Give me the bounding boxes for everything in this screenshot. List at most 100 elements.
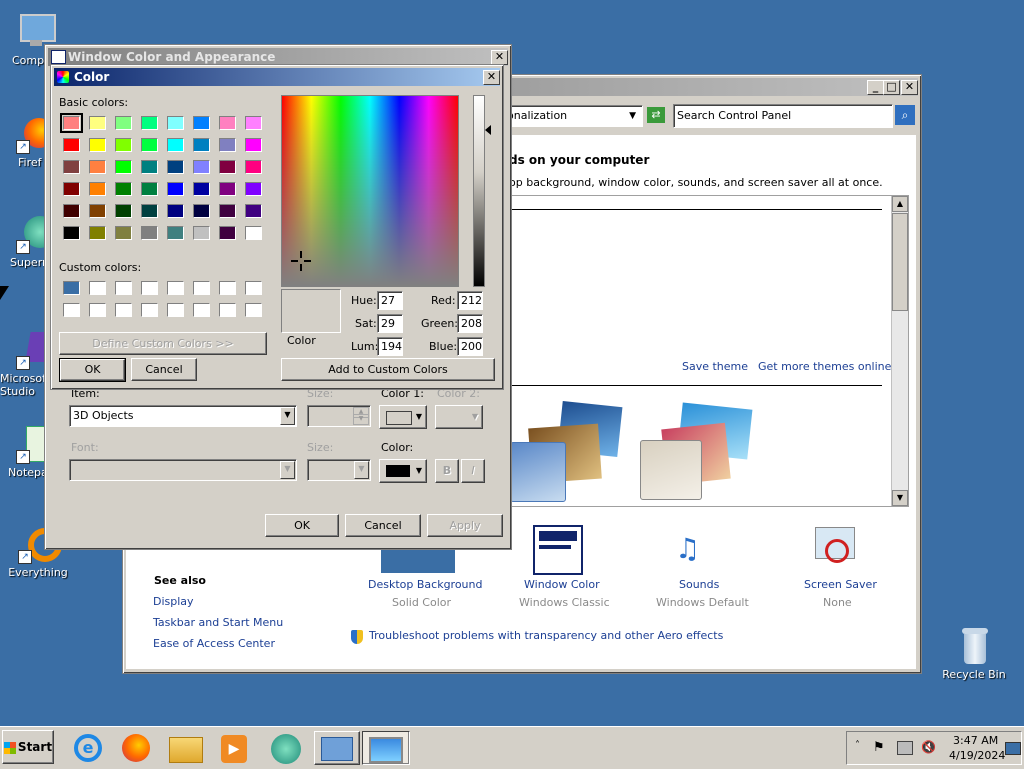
window-color-icon[interactable] xyxy=(533,525,583,575)
basic-color-swatch-15[interactable] xyxy=(219,138,236,152)
volume-muted-icon[interactable]: 🔇 xyxy=(921,740,936,754)
basic-color-swatch-13[interactable] xyxy=(167,138,184,152)
get-more-themes-link[interactable]: Get more themes online xyxy=(758,360,891,373)
basic-color-swatch-29[interactable] xyxy=(167,182,184,196)
font-select[interactable]: ▼ xyxy=(69,459,297,481)
basic-color-swatch-19[interactable] xyxy=(115,160,132,174)
theme-list-scrollbar[interactable]: ▲ ▼ xyxy=(891,196,908,506)
search-icon[interactable]: ⌕ xyxy=(895,105,915,125)
basic-color-swatch-35[interactable] xyxy=(115,204,132,218)
media-player-icon[interactable]: ▶ xyxy=(214,731,254,765)
network-icon[interactable] xyxy=(897,741,913,755)
custom-color-swatch-5[interactable] xyxy=(167,281,184,295)
color-ok-button[interactable]: OK xyxy=(59,358,126,382)
desktop-icon-recycle-bin[interactable]: Recycle Bin xyxy=(936,626,1012,681)
add-to-custom-colors-button[interactable]: Add to Custom Colors xyxy=(281,358,495,381)
font-size-select[interactable]: ▼ xyxy=(307,459,371,481)
basic-color-swatch-4[interactable] xyxy=(141,116,158,130)
basic-color-swatch-44[interactable] xyxy=(141,226,158,240)
address-bar[interactable]: onalization ▼ xyxy=(503,105,643,127)
search-input[interactable]: Search Control Panel xyxy=(673,104,893,128)
bold-button[interactable]: B xyxy=(435,459,459,483)
basic-color-swatch-27[interactable] xyxy=(115,182,132,196)
basic-color-swatch-11[interactable] xyxy=(115,138,132,152)
custom-color-swatch-1[interactable] xyxy=(63,281,80,295)
basic-color-swatch-33[interactable] xyxy=(63,204,80,218)
basic-color-swatch-43[interactable] xyxy=(115,226,132,240)
custom-color-swatch-6[interactable] xyxy=(193,281,210,295)
custom-color-swatch-7[interactable] xyxy=(219,281,236,295)
basic-color-swatch-7[interactable] xyxy=(219,116,236,130)
custom-color-swatch-9[interactable] xyxy=(63,303,80,317)
lum-field[interactable]: 194 xyxy=(377,337,403,356)
basic-color-swatch-9[interactable] xyxy=(63,138,80,152)
clock-date[interactable]: 4/19/2024 xyxy=(949,749,1005,762)
basic-color-swatch-32[interactable] xyxy=(245,182,262,196)
sounds-link[interactable]: Sounds xyxy=(679,578,719,591)
supermium-taskbar-icon[interactable] xyxy=(266,731,306,765)
basic-color-swatch-5[interactable] xyxy=(167,116,184,130)
appearance-ok-button[interactable]: OK xyxy=(265,514,339,537)
basic-color-swatch-22[interactable] xyxy=(193,160,210,174)
font-color-picker[interactable]: ▼ xyxy=(379,459,427,483)
italic-button[interactable]: I xyxy=(461,459,485,483)
maximize-button[interactable]: □ xyxy=(883,80,900,95)
basic-color-swatch-16[interactable] xyxy=(245,138,262,152)
custom-color-swatch-2[interactable] xyxy=(89,281,106,295)
sounds-icon[interactable]: ♫ xyxy=(675,527,723,571)
clock-time[interactable]: 3:47 AM xyxy=(953,734,998,747)
screen-saver-link[interactable]: Screen Saver xyxy=(804,578,877,591)
chevron-up-icon[interactable]: ˄ xyxy=(855,740,860,751)
screen-saver-icon[interactable] xyxy=(813,527,857,571)
basic-color-swatch-21[interactable] xyxy=(167,160,184,174)
luminance-pointer-icon[interactable] xyxy=(485,125,491,135)
custom-color-swatch-3[interactable] xyxy=(115,281,132,295)
stepper-down-icon[interactable]: ▼ xyxy=(353,414,369,425)
custom-color-swatch-4[interactable] xyxy=(141,281,158,295)
basic-color-swatch-12[interactable] xyxy=(141,138,158,152)
basic-color-swatch-24[interactable] xyxy=(245,160,262,174)
sat-field[interactable]: 29 xyxy=(377,314,403,333)
basic-color-swatch-31[interactable] xyxy=(219,182,236,196)
basic-color-swatch-30[interactable] xyxy=(193,182,210,196)
file-explorer-icon[interactable] xyxy=(166,731,206,765)
basic-color-swatch-40[interactable] xyxy=(245,204,262,218)
basic-color-swatch-36[interactable] xyxy=(141,204,158,218)
color1-picker[interactable]: ▼ xyxy=(379,405,427,429)
color2-picker[interactable]: ▼ xyxy=(435,405,483,429)
basic-color-swatch-18[interactable] xyxy=(89,160,106,174)
control-panel-task[interactable] xyxy=(314,731,360,765)
firefox-taskbar-icon[interactable] xyxy=(116,731,156,765)
start-button[interactable]: Start xyxy=(2,730,54,764)
size-stepper[interactable]: ▲ ▼ xyxy=(307,405,371,427)
basic-color-swatch-45[interactable] xyxy=(167,226,184,240)
window-color-link[interactable]: Window Color xyxy=(524,578,600,591)
appearance-apply-button[interactable]: Apply xyxy=(427,514,503,537)
basic-color-swatch-48[interactable] xyxy=(245,226,262,240)
color-titlebar[interactable]: Color xyxy=(54,68,500,86)
custom-color-swatch-13[interactable] xyxy=(167,303,184,317)
custom-color-swatch-11[interactable] xyxy=(115,303,132,317)
custom-color-swatch-14[interactable] xyxy=(193,303,210,317)
close-button[interactable]: ✕ xyxy=(901,80,918,95)
item-select[interactable]: 3D Objects ▼ xyxy=(69,405,297,427)
custom-color-swatch-8[interactable] xyxy=(245,281,262,295)
color-cancel-button[interactable]: Cancel xyxy=(131,358,197,381)
basic-color-swatch-23[interactable] xyxy=(219,160,236,174)
display-settings-task[interactable] xyxy=(362,731,410,765)
custom-color-swatch-12[interactable] xyxy=(141,303,158,317)
basic-color-swatch-37[interactable] xyxy=(167,204,184,218)
see-also-ease-of-access[interactable]: Ease of Access Center xyxy=(153,637,275,650)
basic-color-swatch-41[interactable] xyxy=(63,226,80,240)
color-close-button[interactable]: ✕ xyxy=(483,70,500,85)
green-field[interactable]: 208 xyxy=(457,314,483,333)
basic-color-swatch-10[interactable] xyxy=(89,138,106,152)
red-field[interactable]: 212 xyxy=(457,291,483,310)
luminance-slider[interactable] xyxy=(473,95,485,287)
refresh-icon[interactable]: ⇄ xyxy=(647,107,665,123)
basic-color-swatch-1[interactable] xyxy=(60,113,83,133)
appearance-close-button[interactable]: ✕ xyxy=(491,50,508,65)
basic-color-swatch-28[interactable] xyxy=(141,182,158,196)
chevron-down-icon[interactable]: ▼ xyxy=(629,106,636,126)
custom-color-swatch-15[interactable] xyxy=(219,303,236,317)
